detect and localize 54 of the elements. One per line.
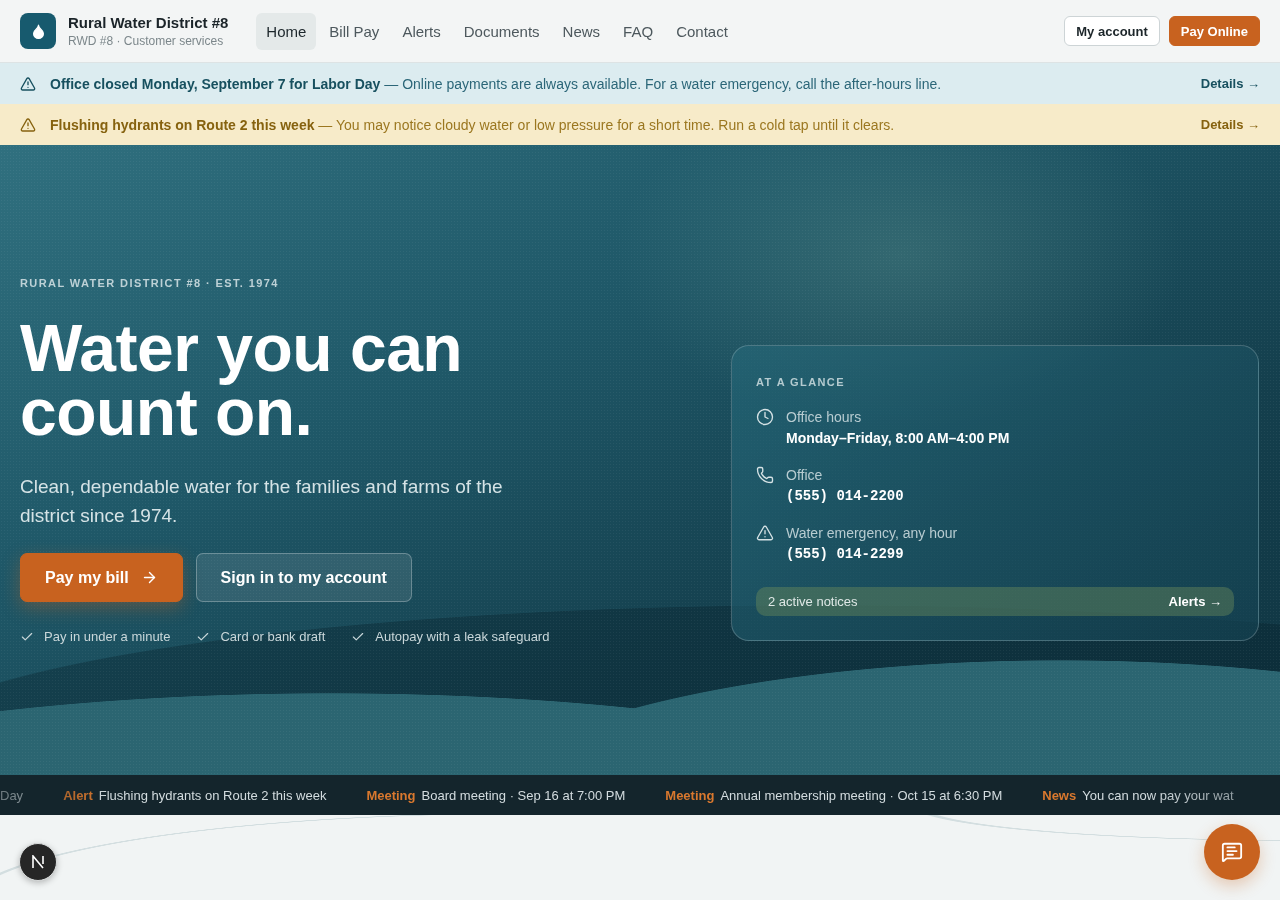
ticker-text: Day: [0, 787, 24, 803]
hero-heading: Water you can count on.: [20, 316, 464, 444]
warning-icon: [20, 75, 36, 92]
nav-link[interactable]: Contact: [666, 12, 738, 50]
warning-icon: [756, 524, 774, 542]
notice-message: Office closed Monday, September 7 for Labor Day — Online payments are always available. For a water emergency, call the after-hours line.: [50, 75, 942, 92]
ticker-text: You can now pay your wat: [1082, 787, 1234, 803]
chat-button[interactable]: [1204, 824, 1260, 880]
site-title: Rural Water District #8: [68, 13, 229, 32]
check-icon: [20, 630, 34, 644]
ticker-text: Board meeting · Sep 16 at 7:00 PM: [421, 787, 626, 803]
info-value: (555) 014-2200: [786, 487, 904, 506]
notice-count: 2 active notices: [768, 594, 858, 609]
perk-text: Autopay with a leak safeguard: [375, 628, 550, 646]
account-button[interactable]: My account: [1064, 16, 1160, 46]
nav-link[interactable]: News: [552, 12, 611, 50]
perk-text: Card or bank draft: [220, 628, 326, 646]
dev-tools-button[interactable]: [19, 843, 57, 881]
warning-icon: [20, 116, 36, 133]
nav-link[interactable]: Alerts: [392, 12, 451, 50]
nav-link[interactable]: Bill Pay: [319, 12, 390, 50]
ticker-text: Flushing hydrants on Route 2 this week: [98, 787, 327, 803]
phone-icon: [756, 466, 774, 484]
check-icon: [196, 630, 211, 644]
hero-eyebrow: RURAL WATER DISTRICT #8 · EST. 1974: [20, 276, 280, 290]
ticker-text: Annual membership meeting · Oct 15 at 6:30 PM: [720, 787, 1003, 803]
logo-icon: [31, 855, 45, 869]
alerts-link[interactable]: Alerts →: [1168, 594, 1222, 609]
info-label: Office: [786, 466, 824, 485]
droplet-logo-icon: [20, 13, 56, 49]
card-title: AT A GLANCE: [756, 375, 846, 389]
info-value: Monday–Friday, 8:00 AM–4:00 PM: [786, 429, 1010, 448]
details-link[interactable]: Details →: [1200, 117, 1260, 132]
ticker-tag: Meeting: [665, 787, 715, 803]
nav-link[interactable]: Documents: [453, 12, 550, 50]
pay-online-button[interactable]: Pay Online: [1168, 16, 1260, 46]
ticker-tag: Alert: [63, 787, 93, 803]
check-icon: [351, 630, 366, 644]
ticker-tag: News: [1042, 787, 1077, 803]
details-link[interactable]: Details →: [1200, 76, 1260, 91]
ticker-tag: Meeting: [366, 787, 416, 803]
clock-icon: [756, 408, 774, 426]
chat-bubble-icon: [1221, 841, 1243, 863]
hero-lead: Clean, dependable water for the families and farms of the district since 1974.: [20, 475, 504, 528]
notice-message: Flushing hydrants on Route 2 this week — You may notice cloudy water or low pressure for a short time. Run a cold tap until it clears.: [50, 116, 895, 133]
info-value: (555) 014-2299: [786, 545, 905, 564]
pay-bill-button[interactable]: Pay my bill: [20, 553, 183, 602]
sign-in-button[interactable]: Sign in to my account: [195, 553, 412, 602]
perk-text: Pay in under a minute: [44, 628, 171, 646]
info-label: Water emergency, any hour: [786, 524, 958, 543]
nav-link[interactable]: FAQ: [613, 12, 664, 50]
nav-link[interactable]: Home: [256, 12, 317, 50]
info-label: Office hours: [786, 408, 863, 427]
site-subtitle: RWD #8 · Customer services: [68, 33, 225, 49]
